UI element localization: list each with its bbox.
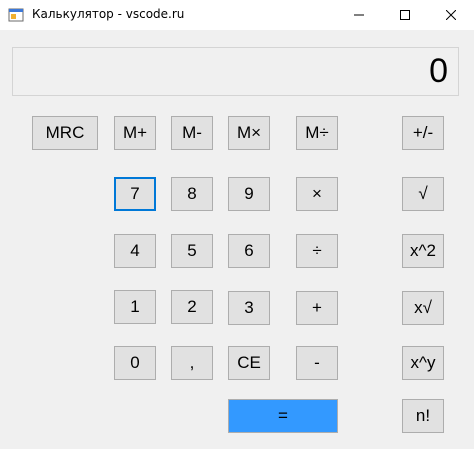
minus-button[interactable]: - xyxy=(296,346,338,380)
nth-root-button[interactable]: x√ xyxy=(402,291,444,325)
maximize-button[interactable] xyxy=(382,0,428,30)
digit-7-button[interactable]: 7 xyxy=(114,177,156,211)
divide-button[interactable]: ÷ xyxy=(296,234,338,268)
display-value: 0 xyxy=(429,52,448,90)
close-icon xyxy=(446,10,456,20)
digit-0-button[interactable]: 0 xyxy=(114,346,156,380)
result-display: 0 xyxy=(12,47,459,96)
plus-button[interactable]: + xyxy=(296,291,338,325)
memory-divide-button[interactable]: M÷ xyxy=(296,116,338,150)
digit-2-button[interactable]: 2 xyxy=(171,290,213,324)
window-title: Калькулятор - vscode.ru xyxy=(32,7,185,21)
equals-button[interactable]: = xyxy=(228,399,338,433)
digit-1-button[interactable]: 1 xyxy=(114,290,156,324)
app-window-icon xyxy=(8,8,24,22)
minimize-icon xyxy=(354,14,364,16)
digit-3-button[interactable]: 3 xyxy=(228,291,270,325)
memory-add-button[interactable]: M+ xyxy=(114,116,156,150)
digit-8-button[interactable]: 8 xyxy=(171,177,213,211)
plus-minus-button[interactable]: +/- xyxy=(402,116,444,150)
square-root-button[interactable]: √ xyxy=(402,177,444,211)
mrc-button[interactable]: MRC xyxy=(32,116,98,150)
decimal-comma-button[interactable]: , xyxy=(171,346,213,380)
digit-5-button[interactable]: 5 xyxy=(171,234,213,268)
square-button[interactable]: x^2 xyxy=(402,234,444,268)
title-bar: Калькулятор - vscode.ru xyxy=(0,0,474,30)
digit-6-button[interactable]: 6 xyxy=(228,234,270,268)
clear-entry-button[interactable]: CE xyxy=(228,346,270,380)
multiply-button[interactable]: × xyxy=(296,177,338,211)
factorial-button[interactable]: n! xyxy=(402,399,444,433)
close-button[interactable] xyxy=(428,0,474,30)
memory-subtract-button[interactable]: M- xyxy=(171,116,213,150)
digit-4-button[interactable]: 4 xyxy=(114,234,156,268)
digit-9-button[interactable]: 9 xyxy=(228,177,270,211)
maximize-icon xyxy=(400,10,410,20)
minimize-button[interactable] xyxy=(336,0,382,30)
memory-multiply-button[interactable]: M× xyxy=(228,116,270,150)
power-button[interactable]: x^y xyxy=(402,346,444,380)
